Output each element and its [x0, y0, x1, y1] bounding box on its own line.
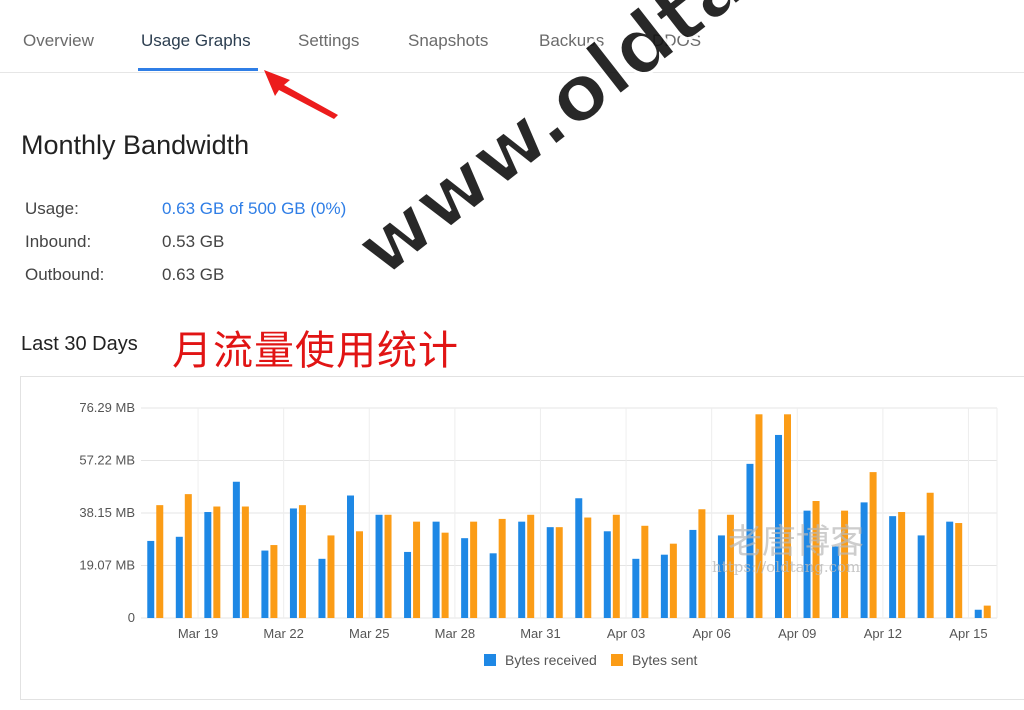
- x-tick-label: Mar 19: [178, 626, 218, 641]
- bar-sent: [584, 517, 592, 618]
- inbound-value: 0.53 GB: [162, 232, 225, 251]
- section-title: Last 30 Days: [21, 333, 138, 355]
- usage-label: Usage:: [25, 199, 79, 218]
- bar-received: [546, 527, 554, 618]
- legend-label-sent: Bytes sent: [632, 652, 697, 668]
- bar-received: [461, 538, 469, 618]
- bar-received: [632, 558, 640, 618]
- bar-sent: [669, 543, 677, 618]
- x-tick-label: Mar 22: [263, 626, 303, 641]
- bandwidth-chart: 76.29 MB 57.22 MB 38.15 MB 19.07 MB 0 Mar 19 M…: [79, 400, 998, 668]
- bar-received: [147, 540, 155, 618]
- annotation-text: 月流量使用统计: [172, 328, 459, 374]
- bar-received: [575, 498, 583, 618]
- bar-received: [289, 508, 297, 618]
- bar-sent: [527, 514, 535, 618]
- bar-received: [946, 521, 954, 618]
- red-arrow-icon: [264, 70, 338, 119]
- x-tick-label: Mar 31: [520, 626, 560, 641]
- bar-sent: [869, 472, 877, 618]
- chart-container: 76.29 MB 57.22 MB 38.15 MB 19.07 MB 0 Mar 19 M…: [20, 376, 1024, 700]
- x-tick-label: Mar 28: [435, 626, 475, 641]
- bar-sent: [356, 531, 363, 618]
- active-tab-indicator: [138, 68, 258, 71]
- outbound-label: Outbound:: [25, 265, 105, 284]
- bar-received: [347, 495, 354, 618]
- bar-sent: [898, 512, 906, 618]
- bar-received: [689, 529, 697, 618]
- bar-sent: [641, 525, 649, 618]
- page-title: Monthly Bandwidth: [21, 130, 250, 160]
- bar-received: [318, 558, 326, 618]
- bar-received: [489, 553, 497, 618]
- bar-sent: [413, 521, 421, 618]
- bar-received: [974, 609, 982, 618]
- bar-received: [603, 531, 611, 618]
- y-tick-label: 38.15 MB: [79, 505, 135, 520]
- tab-bar: Overview Usage Graphs Settings Snapshots…: [0, 0, 1024, 73]
- bar-sent: [955, 523, 963, 618]
- legend-swatch-received: [484, 654, 496, 666]
- bar-received: [375, 514, 383, 618]
- bar-received: [518, 521, 526, 618]
- tab-usage-graphs[interactable]: Usage Graphs: [141, 31, 251, 51]
- legend-swatch-sent: [611, 654, 623, 666]
- bar-sent: [184, 494, 192, 618]
- bar-sent: [441, 532, 449, 618]
- bar-received: [917, 535, 925, 618]
- bar-received: [432, 521, 440, 618]
- y-tick-label: 19.07 MB: [79, 558, 135, 573]
- x-tick-label: Apr 15: [949, 626, 987, 641]
- bar-sent: [470, 521, 478, 618]
- bar-received: [261, 550, 269, 618]
- bar-sent: [156, 505, 164, 618]
- bar-sent: [270, 545, 278, 618]
- inbound-label: Inbound:: [25, 232, 92, 251]
- bar-sent: [926, 492, 934, 618]
- legend-label-received: Bytes received: [505, 652, 597, 668]
- x-tick-label: Mar 25: [349, 626, 389, 641]
- bar-sent: [498, 518, 506, 618]
- outbound-value: 0.63 GB: [162, 265, 225, 284]
- tab-snapshots[interactable]: Snapshots: [408, 31, 488, 51]
- bar-received: [889, 516, 897, 618]
- bar-sent: [983, 605, 991, 618]
- x-tick-label: Apr 03: [607, 626, 645, 641]
- bar-received: [175, 536, 183, 618]
- usage-value-link[interactable]: 0.63 GB of 500 GB (0%): [162, 199, 346, 219]
- x-tick-label: Apr 09: [778, 626, 816, 641]
- bar-received: [232, 481, 240, 618]
- bar-sent: [698, 509, 706, 618]
- y-tick-label: 0: [128, 610, 135, 625]
- bar-sent: [298, 505, 306, 618]
- bar-received: [404, 551, 412, 618]
- tab-settings[interactable]: Settings: [298, 31, 359, 51]
- bar-sent: [555, 527, 563, 618]
- y-tick-label: 76.29 MB: [79, 400, 135, 415]
- bar-received: [660, 554, 668, 618]
- bar-sent: [213, 506, 221, 618]
- y-tick-label: 57.22 MB: [79, 452, 135, 467]
- tab-overview[interactable]: Overview: [23, 31, 94, 51]
- bar-sent: [384, 514, 392, 618]
- bar-received: [717, 535, 725, 618]
- bar-received: [204, 512, 212, 618]
- bar-sent: [241, 506, 249, 618]
- watermark-cn: 老唐博客: [728, 522, 864, 562]
- bar-sent: [612, 514, 620, 618]
- x-tick-label: Apr 12: [864, 626, 902, 641]
- watermark-url: https://oldtang.com: [712, 558, 861, 576]
- x-tick-label: Apr 06: [693, 626, 731, 641]
- bar-sent: [327, 535, 335, 618]
